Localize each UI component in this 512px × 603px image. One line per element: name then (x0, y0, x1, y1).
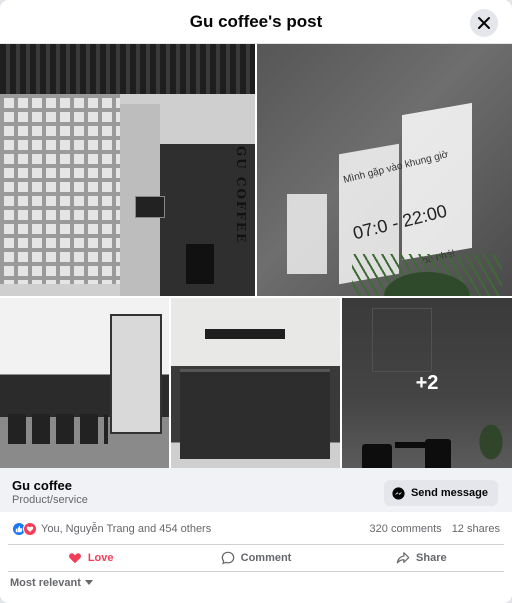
photo-sunlit-wall[interactable]: Mình gặp vào khung giờ 07:0 - 22:00 ba n… (257, 44, 512, 296)
send-message-label: Send message (410, 487, 488, 499)
wall-sign (135, 196, 165, 218)
glass-door (110, 314, 162, 434)
share-label: Share (416, 552, 447, 564)
more-photos-count: +2 (415, 371, 439, 394)
photo-storefront[interactable]: GU COFFEE (0, 44, 255, 296)
page-info-row: Gu coffee Product/service Send message (0, 468, 512, 512)
page-category: Product/service (12, 494, 88, 506)
reactions-text: You, Nguyễn Trang and 454 others (41, 523, 212, 535)
sort-label: Most relevant (10, 577, 81, 589)
comment-label: Comment (240, 552, 292, 564)
comments-count[interactable]: 320 comments (370, 523, 442, 535)
engagement-counts: 320 comments 12 shares (370, 523, 500, 535)
chevron-down-icon (84, 580, 93, 585)
action-bar: Love Comment Share (8, 544, 504, 572)
photo-grid: GU COFFEE Mình gặp vào khung giờ 07:0 - … (0, 44, 512, 468)
chairs (8, 414, 108, 444)
lattice-wall (0, 94, 120, 284)
shares-count[interactable]: 12 shares (452, 523, 500, 535)
menu-stand (186, 244, 214, 284)
messenger-icon (392, 486, 405, 500)
page-name[interactable]: Gu coffee (12, 478, 72, 493)
love-reaction-icon (23, 522, 37, 536)
comment-sort-dropdown[interactable]: Most relevant (10, 577, 93, 589)
heart-icon (68, 553, 81, 564)
love-label: Love (87, 552, 114, 564)
share-button[interactable]: Share (339, 545, 504, 571)
comment-icon (221, 551, 234, 565)
more-photos-overlay[interactable]: +2 (342, 298, 512, 468)
sunlight-patch (402, 102, 472, 261)
shelf (205, 329, 285, 339)
reactions-summary[interactable]: You, Nguyễn Trang and 454 others (12, 522, 211, 536)
plant (352, 254, 502, 296)
storefront-vertical-text: GU COFFEE (234, 146, 248, 245)
photo-bar-counter[interactable] (171, 298, 340, 468)
post-dialog: Gu coffee's post GU COFFEE Mình gặp vào … (0, 0, 512, 603)
dialog-title: Gu coffee's post (189, 12, 323, 31)
dialog-header: Gu coffee's post (0, 0, 512, 44)
close-button[interactable] (470, 9, 498, 37)
send-message-button[interactable]: Send message (383, 480, 498, 506)
close-icon (478, 17, 490, 29)
reaction-stats: You, Nguyễn Trang and 454 others 320 com… (0, 518, 512, 542)
roof-slats (0, 44, 255, 94)
share-icon (396, 552, 410, 564)
love-button[interactable]: Love (8, 545, 173, 571)
photo-shop-front[interactable] (0, 298, 169, 468)
comment-button[interactable]: Comment (173, 545, 338, 571)
sunlight-patch (287, 194, 327, 274)
bar-counter (180, 369, 330, 459)
